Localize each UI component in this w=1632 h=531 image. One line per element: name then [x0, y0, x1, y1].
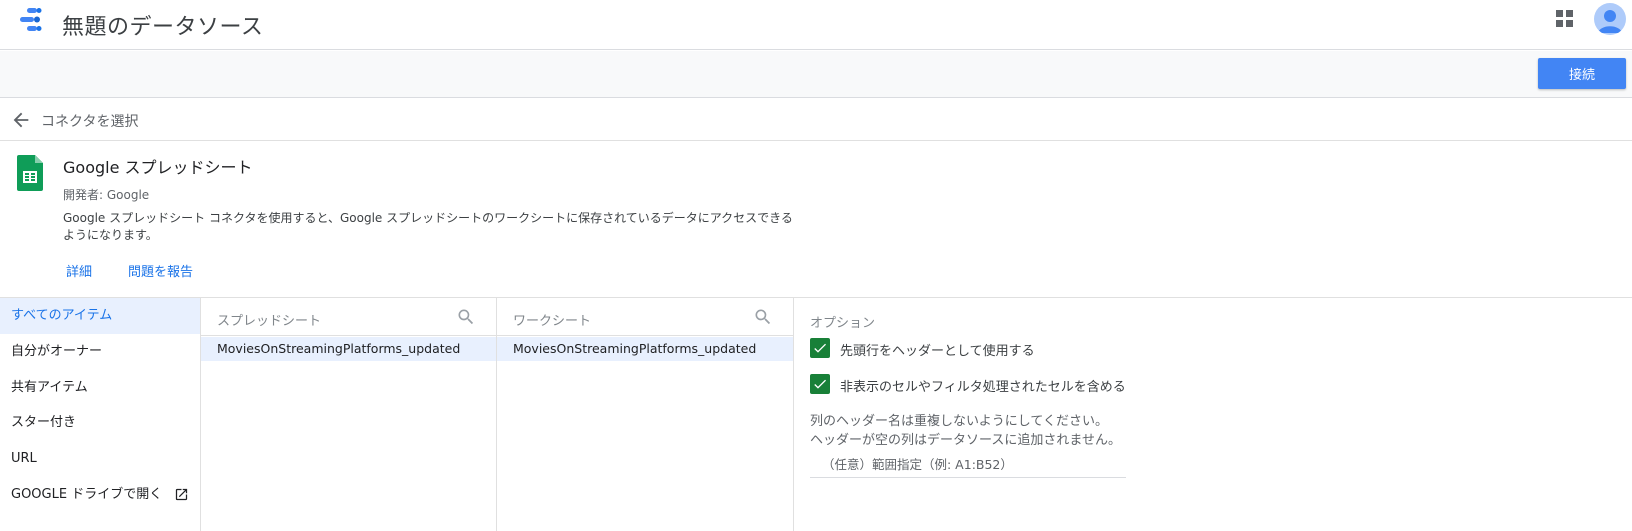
- sidebar-item-owned[interactable]: 自分がオーナー: [0, 334, 200, 370]
- toolbar: 接続: [0, 51, 1632, 98]
- spreadsheet-column: スプレッドシート MoviesOnStreamingPlatforms_upda…: [201, 298, 497, 531]
- report-issue-link[interactable]: 問題を報告: [128, 261, 193, 280]
- use-first-row-header-checkbox[interactable]: [810, 338, 830, 358]
- worksheet-header-label: ワークシート: [513, 314, 592, 329]
- search-icon[interactable]: [753, 307, 773, 327]
- sidebar-item-open-drive[interactable]: GOOGLE ドライブで開く: [0, 477, 200, 513]
- connect-button[interactable]: 接続: [1538, 58, 1626, 89]
- google-sheets-icon: [17, 155, 43, 191]
- connector-breadcrumb: コネクタを選択: [0, 99, 1632, 141]
- spreadsheet-list-item[interactable]: MoviesOnStreamingPlatforms_updated: [201, 337, 496, 361]
- connector-title: Google スプレッドシート: [63, 158, 253, 177]
- range-input[interactable]: [810, 452, 1126, 478]
- options-title: オプション: [810, 316, 876, 331]
- include-hidden-cells-label: 非表示のセルやフィルタ処理されたセルを含める: [840, 380, 1126, 395]
- spreadsheet-column-header: スプレッドシート: [201, 298, 496, 336]
- connector-developer: 開発者: Google: [63, 188, 150, 202]
- sidebar: すべてのアイテム 自分がオーナー 共有アイテム スター付き URL GOOGLE…: [0, 298, 201, 531]
- check-icon: [814, 379, 826, 389]
- data-studio-logo-icon[interactable]: [18, 6, 48, 36]
- sidebar-item-shared[interactable]: 共有アイテム: [0, 370, 200, 406]
- sidebar-item-all[interactable]: すべてのアイテム: [0, 298, 200, 334]
- back-to-connectors-link[interactable]: コネクタを選択: [41, 111, 138, 131]
- worksheet-column: ワークシート MoviesOnStreamingPlatforms_update…: [497, 298, 794, 531]
- connector-description: Google スプレッドシート コネクタを使用すると、Google スプレッドシ…: [63, 211, 793, 242]
- spreadsheet-header-label: スプレッドシート: [217, 314, 322, 329]
- worksheet-list-item[interactable]: MoviesOnStreamingPlatforms_updated: [497, 337, 793, 361]
- header-note: 列のヘッダー名は重複しないようにしてください。 ヘッダーが空の列はデータソースに…: [810, 412, 1121, 450]
- account-avatar-icon[interactable]: [1594, 3, 1626, 35]
- open-in-new-icon: [176, 488, 188, 501]
- apps-grid-icon[interactable]: [1556, 10, 1574, 28]
- include-hidden-cells-checkbox[interactable]: [810, 374, 830, 394]
- page-title[interactable]: 無題のデータソース: [62, 9, 263, 41]
- details-link[interactable]: 詳細: [66, 261, 92, 280]
- options-panel: オプション 先頭行をヘッダーとして使用する 非表示のセルやフィルタ処理されたセル…: [794, 298, 1632, 531]
- search-icon[interactable]: [456, 307, 476, 327]
- app-header: 無題のデータソース: [0, 0, 1632, 50]
- use-first-row-header-label: 先頭行をヘッダーとして使用する: [840, 344, 1035, 359]
- sidebar-item-open-drive-label: GOOGLE ドライブで開く: [11, 487, 163, 502]
- sidebar-item-url[interactable]: URL: [0, 441, 200, 477]
- header-note-line1: 列のヘッダー名は重複しないようにしてください。: [810, 414, 1108, 429]
- worksheet-column-header: ワークシート: [497, 298, 793, 336]
- sidebar-item-starred[interactable]: スター付き: [0, 405, 200, 441]
- arrow-back-icon[interactable]: [10, 109, 32, 131]
- check-icon: [814, 343, 826, 353]
- header-note-line2: ヘッダーが空の列はデータソースに追加されません。: [810, 433, 1121, 448]
